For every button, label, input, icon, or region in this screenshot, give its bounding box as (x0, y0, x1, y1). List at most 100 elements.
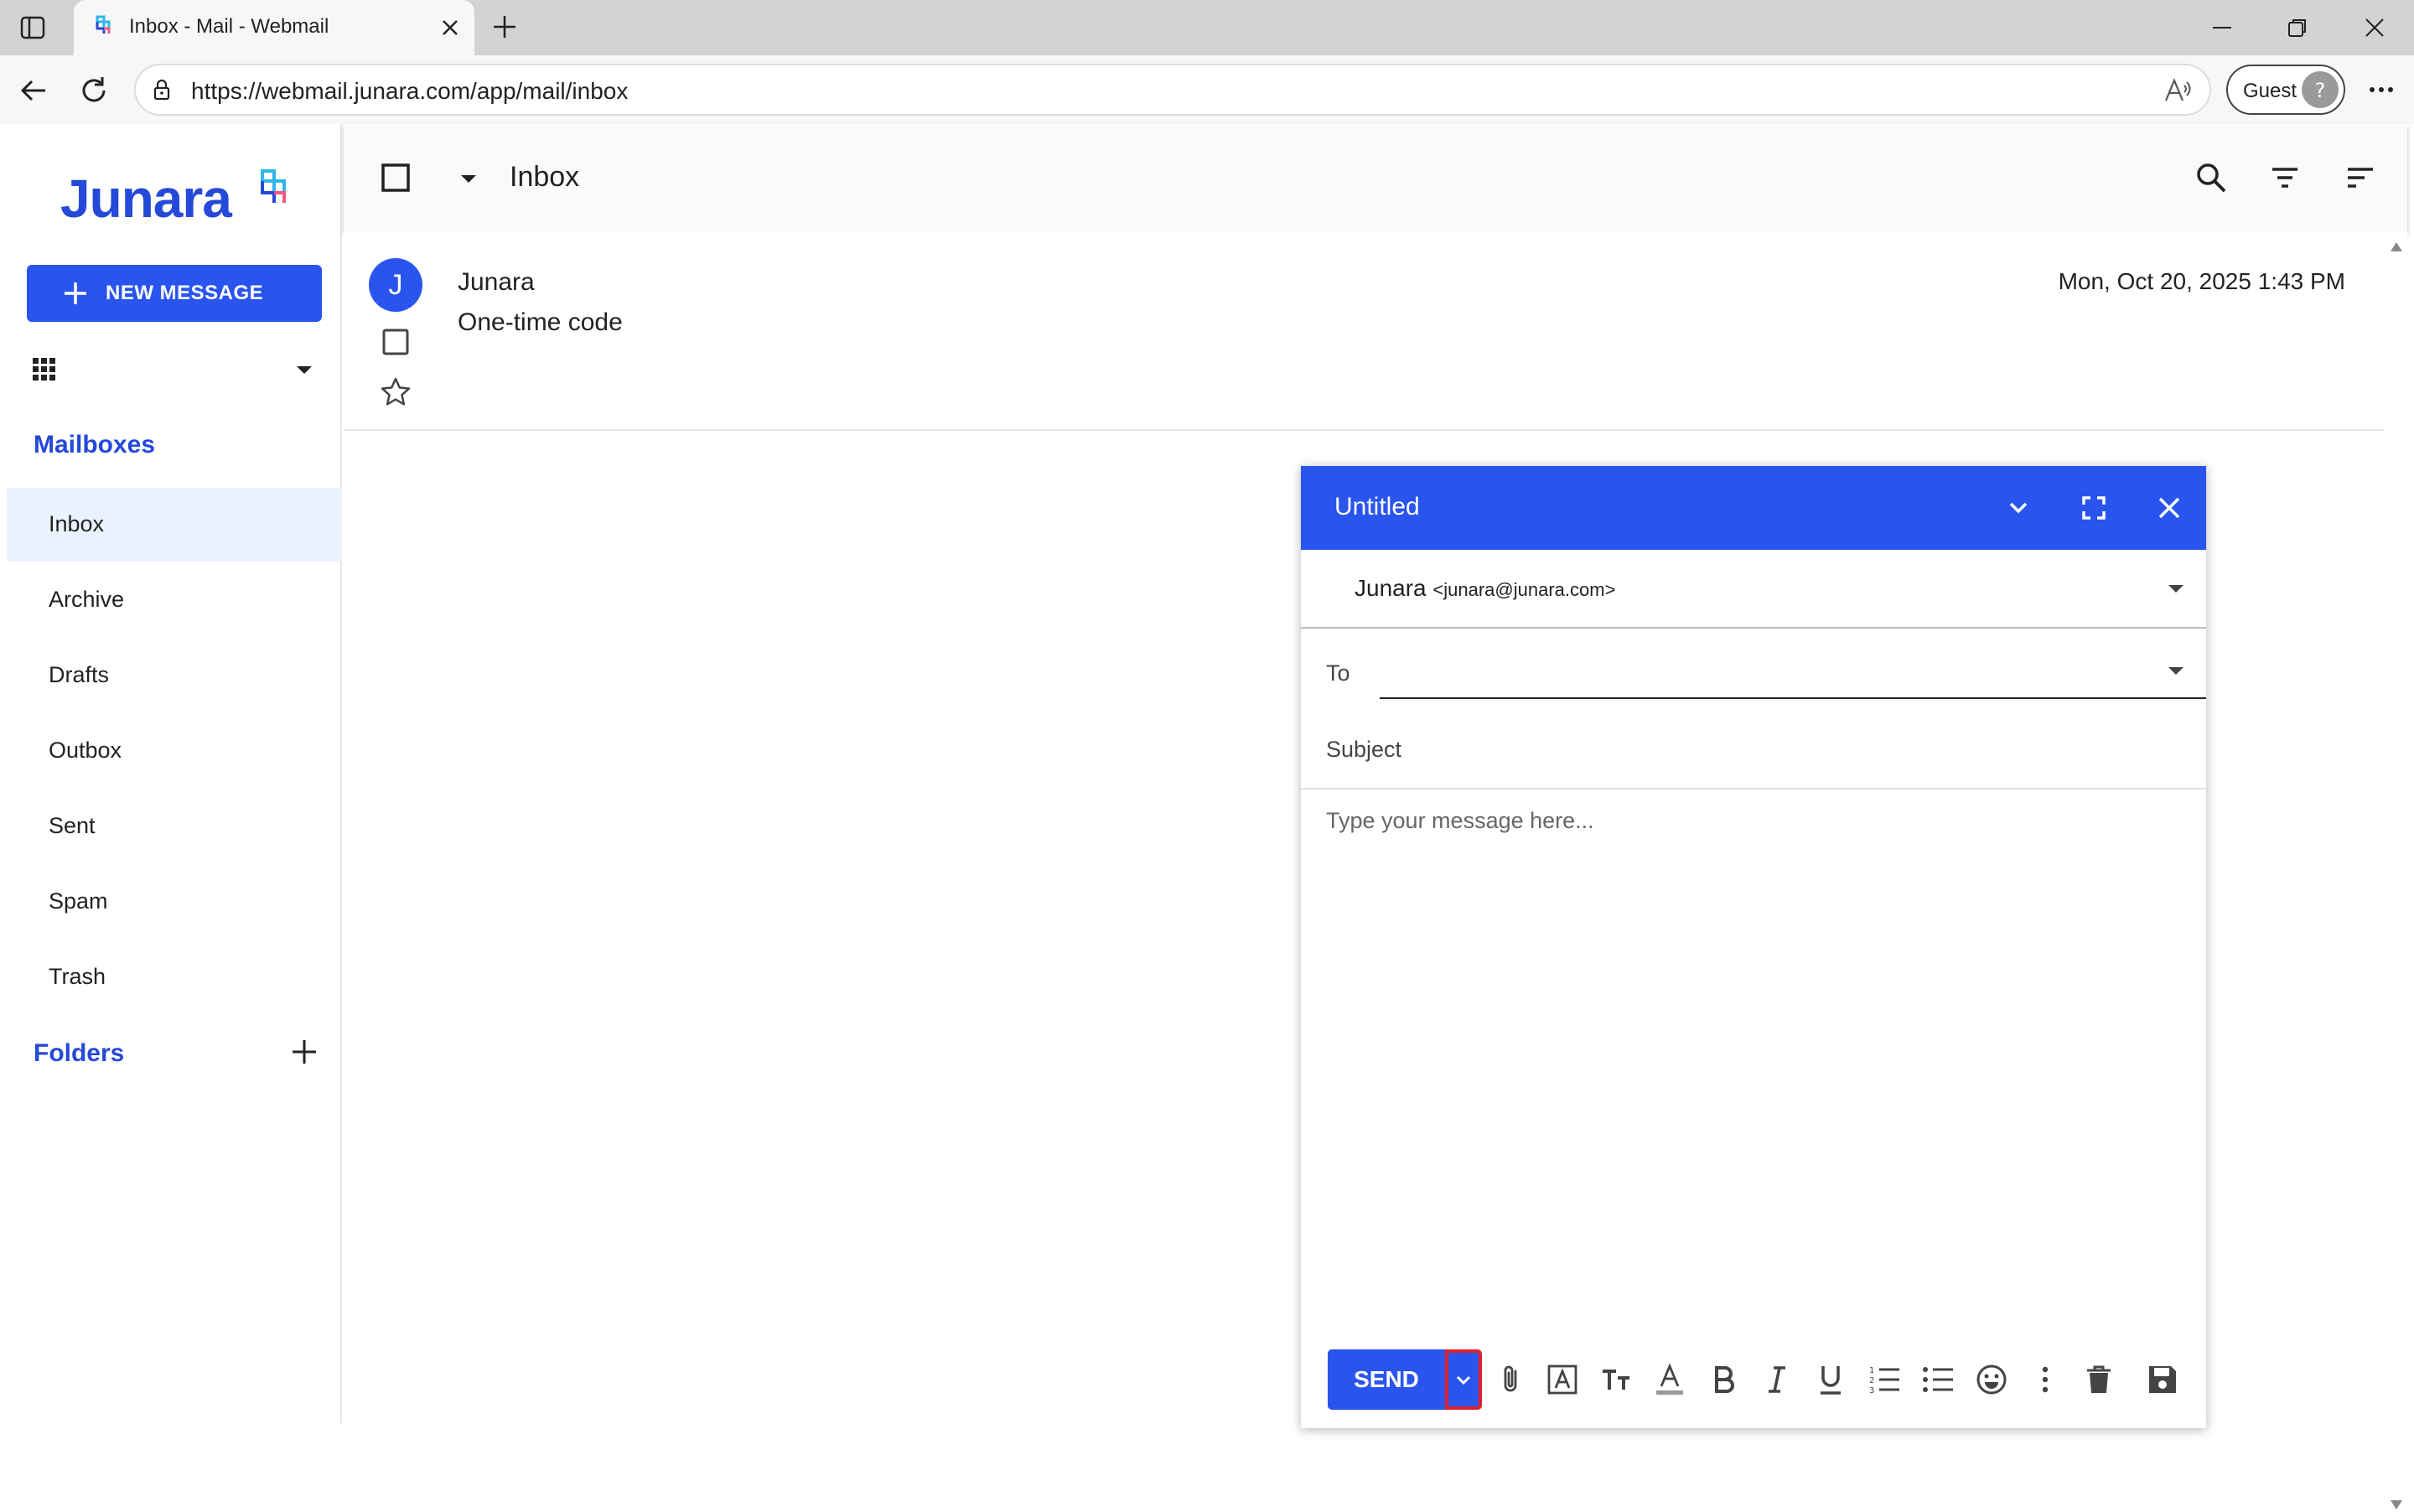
compose-window: Untitled Junara <junara@junara.com> To S… (1301, 466, 2206, 1428)
message-list-scrollbar[interactable] (2384, 231, 2407, 1509)
delete-draft-icon[interactable] (2082, 1363, 2116, 1396)
more-options-icon[interactable] (2367, 77, 2396, 102)
back-arrow-icon[interactable] (17, 74, 50, 107)
sidebar-item-spam[interactable]: Spam (7, 865, 342, 939)
address-bar[interactable]: https://webmail.junara.com/app/mail/inbo… (134, 64, 2211, 116)
svg-text:1: 1 (1869, 1366, 1874, 1375)
close-tab-icon[interactable] (439, 17, 461, 39)
message-list-item[interactable]: J Junara One-time code Mon, Oct 20, 2025… (344, 231, 2384, 431)
sidebar-item-inbox[interactable]: Inbox (7, 488, 342, 562)
profile-avatar-icon: ? (2302, 71, 2339, 108)
sidebar-item-label: Archive (49, 587, 125, 612)
sidebar-item-sent[interactable]: Sent (7, 790, 342, 863)
sender-avatar: J (369, 258, 422, 312)
compose-title: Untitled (1334, 493, 1420, 520)
minimize-window-icon[interactable] (2209, 15, 2235, 40)
bold-icon[interactable] (1707, 1363, 1740, 1396)
sidebar-item-outbox[interactable]: Outbox (7, 714, 342, 788)
subject-input[interactable] (1326, 724, 2181, 774)
svg-text:2: 2 (1869, 1376, 1874, 1385)
new-message-button[interactable]: NEW MESSAGE (27, 265, 322, 322)
from-field: Junara <junara@junara.com> (1355, 575, 1615, 602)
sidebar-toggle-icon[interactable] (20, 15, 45, 40)
sidebar-item-label: Spam (49, 888, 108, 914)
message-date: Mon, Oct 20, 2025 1:43 PM (2058, 268, 2345, 294)
svg-text:3: 3 (1869, 1386, 1874, 1395)
brand-logo[interactable]: Junara (60, 168, 232, 230)
star-icon[interactable] (379, 375, 412, 409)
more-compose-options-icon[interactable] (2028, 1363, 2062, 1396)
restore-window-icon[interactable] (2285, 15, 2310, 40)
text-color-icon[interactable] (1653, 1363, 1686, 1396)
message-body-input[interactable] (1326, 808, 2181, 1311)
search-icon[interactable] (2194, 161, 2228, 194)
folders-heading[interactable]: Folders (34, 1039, 124, 1068)
mailboxes-heading[interactable]: Mailboxes (34, 431, 155, 459)
mailbox-title: Inbox (510, 161, 580, 193)
from-select[interactable]: Junara <junara@junara.com> (1301, 550, 2206, 629)
minimize-compose-icon[interactable] (2003, 493, 2033, 523)
close-compose-icon[interactable] (2154, 493, 2184, 523)
fullscreen-compose-icon[interactable] (2079, 493, 2109, 523)
filter-icon[interactable] (2270, 163, 2300, 193)
svg-text:?: ? (2315, 79, 2326, 102)
logo-mark-icon (248, 168, 290, 210)
from-dropdown-icon[interactable] (2166, 578, 2186, 598)
numbered-list-icon[interactable]: 123 (1867, 1363, 1901, 1396)
apps-grid-icon[interactable] (32, 357, 57, 382)
site-favicon-icon (89, 13, 116, 40)
from-name: Junara (1355, 575, 1427, 601)
select-all-checkbox[interactable] (381, 163, 411, 193)
new-message-label: NEW MESSAGE (106, 282, 264, 304)
chevron-down-icon (1453, 1370, 1474, 1390)
tab-title: Inbox - Mail - Webmail (129, 15, 329, 38)
insert-text-box-icon[interactable] (1546, 1363, 1579, 1396)
to-dropdown-icon[interactable] (2166, 660, 2186, 681)
save-draft-icon[interactable] (2146, 1363, 2179, 1396)
sidebar-item-label: Inbox (49, 511, 105, 536)
emoji-icon[interactable] (1975, 1363, 2008, 1396)
new-tab-icon[interactable] (491, 13, 518, 40)
italic-icon[interactable] (1760, 1363, 1794, 1396)
bulleted-list-icon[interactable] (1921, 1363, 1955, 1396)
browser-address-row: https://webmail.junara.com/app/mail/inbo… (0, 55, 2414, 124)
read-aloud-icon[interactable] (2163, 75, 2193, 106)
subject-row (1301, 709, 2206, 790)
to-input[interactable] (1380, 645, 2206, 699)
sidebar-item-archive[interactable]: Archive (7, 563, 342, 637)
underline-icon[interactable] (1814, 1363, 1847, 1396)
sidebar-item-label: Drafts (49, 662, 110, 687)
scroll-down-arrow-icon[interactable] (2389, 1499, 2404, 1512)
font-size-icon[interactable] (1599, 1363, 1633, 1396)
profile-label: Guest (2243, 80, 2297, 102)
sidebar-item-label: Outbox (49, 738, 122, 763)
sidebar-item-trash[interactable]: Trash (7, 940, 342, 1014)
url-text: https://webmail.junara.com/app/mail/inbo… (191, 78, 629, 104)
plus-icon (62, 280, 89, 307)
add-folder-icon[interactable] (290, 1038, 319, 1066)
logo-text: Junara (60, 168, 232, 229)
send-options-button[interactable] (1445, 1349, 1482, 1410)
sort-icon[interactable] (2345, 163, 2375, 193)
sidebar: Junara NEW MESSAGE Mailboxes Inbox Archi… (7, 124, 342, 1423)
select-dropdown-icon[interactable] (458, 168, 479, 189)
send-button[interactable]: SEND (1328, 1349, 1445, 1410)
message-sender: Junara (458, 268, 535, 296)
compose-toolbar: SEND 123 (1301, 1349, 2206, 1428)
close-window-icon[interactable] (2362, 15, 2387, 40)
apps-dropdown-icon[interactable] (293, 359, 315, 381)
compose-header: Untitled (1301, 466, 2206, 550)
message-subject: One-time code (458, 308, 623, 336)
sidebar-item-drafts[interactable]: Drafts (7, 639, 342, 712)
message-checkbox[interactable] (381, 327, 411, 357)
to-row: To (1301, 629, 2206, 709)
attach-file-icon[interactable] (1494, 1363, 1527, 1396)
lock-icon[interactable] (149, 77, 174, 102)
browser-tab-active[interactable]: Inbox - Mail - Webmail (74, 0, 474, 55)
browser-tab-bar: Inbox - Mail - Webmail (0, 0, 2414, 55)
profile-button[interactable]: Guest ? (2226, 65, 2345, 115)
scroll-up-arrow-icon[interactable] (2389, 240, 2404, 253)
sidebar-item-label: Trash (49, 964, 106, 989)
to-label: To (1326, 660, 1350, 686)
reload-icon[interactable] (77, 74, 111, 107)
